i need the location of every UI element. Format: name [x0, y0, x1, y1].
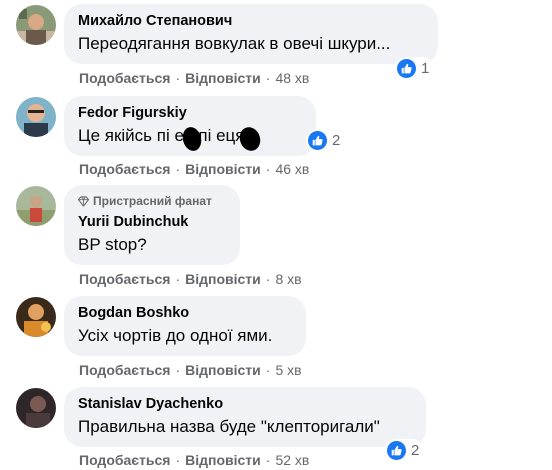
separator: · — [265, 271, 271, 287]
reply-button[interactable]: Відповісти — [185, 271, 261, 287]
comment-author[interactable]: Yurii Dubinchuk — [78, 213, 228, 231]
comment-actions: Подобається · Відповісти · 46 хв — [79, 160, 309, 178]
comment-actions: Подобається · Відповісти · 5 хв — [79, 361, 302, 379]
diamond-icon — [78, 195, 89, 207]
comment-text: Переодягання вовкулак в овечі шкури... — [78, 34, 391, 53]
avatar[interactable] — [16, 97, 56, 137]
comment-timestamp[interactable]: 46 хв — [275, 161, 309, 177]
comment-actions: Подобається · Відповісти · 48 хв — [79, 69, 309, 87]
separator: · — [265, 452, 271, 468]
comment-bubble: Михайло Степанович Переодягання вовкулак… — [64, 4, 438, 64]
reaction-count: 1 — [421, 59, 430, 77]
comment-author[interactable]: Михайло Степанович — [78, 12, 426, 30]
comment-author[interactable]: Fedor Figurskiy — [78, 104, 304, 122]
fan-badge[interactable]: Пристрасний фанат — [78, 193, 228, 209]
comment-bubble: Stanislav Dyachenko Правильна назва буде… — [64, 387, 426, 447]
separator: · — [265, 362, 271, 378]
reply-button[interactable]: Відповісти — [185, 161, 261, 177]
separator: · — [175, 70, 181, 86]
reaction-summary[interactable]: 2 — [385, 439, 424, 461]
separator: · — [175, 452, 181, 468]
comment-timestamp[interactable]: 8 хв — [275, 271, 301, 287]
comment-bubble: Bogdan Boshko Усіх чортів до одної ями. — [64, 296, 306, 356]
separator: · — [175, 362, 181, 378]
reaction-count: 2 — [411, 441, 420, 459]
comment-text: Правильна назва буде "клепторигали" — [78, 417, 380, 436]
reply-button[interactable]: Відповісти — [185, 70, 261, 86]
separator: · — [265, 70, 271, 86]
separator: · — [175, 271, 181, 287]
comment-author[interactable]: Bogdan Boshko — [78, 304, 294, 322]
like-icon — [397, 58, 416, 78]
badge-label: Пристрасний фанат — [93, 194, 212, 208]
reaction-summary[interactable]: 2 — [306, 129, 345, 151]
comment-thread: Михайло Степанович Переодягання вовкулак… — [0, 0, 552, 470]
comment-author[interactable]: Stanislav Dyachenko — [78, 395, 414, 413]
comment-actions: Подобається · Відповісти · 52 хв — [79, 451, 309, 469]
comment-text: Усіх чортів до одної ями. — [78, 326, 273, 345]
like-button[interactable]: Подобається — [79, 161, 170, 177]
avatar[interactable] — [16, 388, 56, 428]
comment-text: BP stop? — [78, 235, 147, 254]
separator: · — [175, 161, 181, 177]
like-button[interactable]: Подобається — [79, 362, 170, 378]
reply-button[interactable]: Відповісти — [185, 452, 261, 468]
comment-timestamp[interactable]: 5 хв — [275, 362, 301, 378]
avatar[interactable] — [16, 186, 56, 226]
like-icon — [387, 440, 406, 460]
like-button[interactable]: Подобається — [79, 452, 170, 468]
comment-timestamp[interactable]: 48 хв — [275, 70, 309, 86]
reaction-count: 2 — [332, 131, 341, 149]
reaction-summary[interactable]: 1 — [395, 57, 434, 79]
avatar[interactable] — [16, 5, 56, 45]
like-button[interactable]: Подобається — [79, 70, 170, 86]
reply-button[interactable]: Відповісти — [185, 362, 261, 378]
comment-bubble: Пристрасний фанат Yurii Dubinchuk BP sto… — [64, 185, 240, 265]
comment-timestamp[interactable]: 52 хв — [275, 452, 309, 468]
avatar[interactable] — [16, 297, 56, 337]
like-button[interactable]: Подобається — [79, 271, 170, 287]
like-icon — [308, 130, 327, 150]
separator: · — [265, 161, 271, 177]
comment-actions: Подобається · Відповісти · 8 хв — [79, 270, 302, 288]
